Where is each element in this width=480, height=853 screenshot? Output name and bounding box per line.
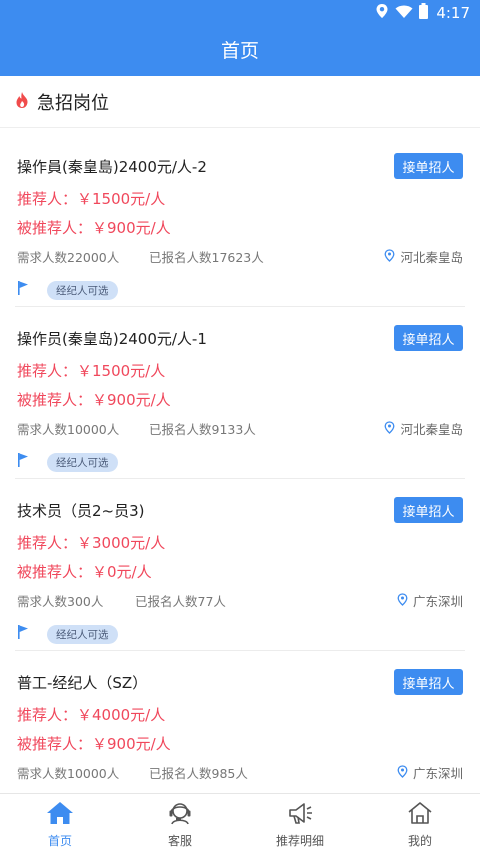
map-pin-icon [384, 420, 395, 437]
signed-count: 已报名人数77人 [135, 594, 226, 609]
signed-count: 已报名人数985人 [149, 766, 248, 781]
flag-icon [17, 280, 29, 300]
need-count: 需求人数22000人 [17, 250, 120, 265]
referrer-fee: 推荐人：￥4000元/人 [17, 706, 166, 724]
job-list: 操作員(秦皇島)2400元/人-2 接单招人 推荐人：￥1500元/人 被推荐人… [0, 128, 480, 793]
tab-label: 首页 [47, 834, 72, 848]
job-card[interactable]: 操作員(秦皇島)2400元/人-2 接单招人 推荐人：￥1500元/人 被推荐人… [0, 128, 480, 307]
section-title: 急招岗位 [37, 92, 109, 114]
signed-count: 已报名人数9133人 [149, 422, 256, 437]
job-location: 河北秦皇岛 [384, 419, 463, 438]
tab-label: 我的 [407, 834, 432, 848]
referee-fee: 被推荐人：￥900元/人 [17, 219, 171, 237]
status-bar: 4:17 [375, 2, 470, 24]
location-text: 广东深圳 [412, 594, 463, 609]
location-icon [375, 3, 389, 23]
job-title: 普工-经纪人（SZ） [17, 674, 148, 692]
tab-label: 客服 [167, 834, 192, 848]
bottom-tab-bar: 首页 客服 推荐明细 我的 [0, 793, 480, 853]
job-location: 河北秦皇岛 [384, 247, 463, 266]
agent-tag: 经纪人可选 [47, 453, 118, 472]
wifi-icon [395, 4, 413, 23]
job-card[interactable]: 技术员（员2~员3) 接单招人 推荐人：￥3000元/人 被推荐人：￥0元/人 … [0, 472, 480, 651]
map-pin-icon [384, 248, 395, 265]
need-count: 需求人数10000人 [17, 766, 120, 781]
referee-fee: 被推荐人：￥0元/人 [17, 563, 152, 581]
need-count: 需求人数300人 [17, 594, 104, 609]
accept-order-button[interactable]: 接单招人 [394, 153, 463, 179]
tab-mine[interactable]: 我的 [360, 794, 480, 853]
megaphone-icon [286, 801, 314, 829]
tab-label: 推荐明细 [275, 834, 324, 848]
accept-order-button[interactable]: 接单招人 [394, 325, 463, 351]
home-icon [46, 801, 74, 829]
map-pin-icon [397, 592, 408, 609]
app-header: 4:17 首页 [0, 0, 480, 76]
referee-fee: 被推荐人：￥900元/人 [17, 735, 171, 753]
location-text: 河北秦皇岛 [400, 422, 463, 437]
job-title: 操作員(秦皇島)2400元/人-2 [17, 158, 207, 176]
location-text: 广东深圳 [412, 766, 463, 781]
map-pin-icon [397, 764, 408, 781]
tab-recommend-detail[interactable]: 推荐明细 [240, 794, 360, 853]
agent-tag: 经纪人可选 [47, 625, 118, 644]
referrer-fee: 推荐人：￥3000元/人 [17, 534, 166, 552]
job-location: 广东深圳 [397, 591, 463, 610]
tab-home[interactable]: 首页 [0, 794, 120, 853]
job-card[interactable]: 操作员(秦皇岛)2400元/人-1 接单招人 推荐人：￥1500元/人 被推荐人… [0, 300, 480, 479]
fire-icon [15, 91, 29, 113]
agent-tag: 经纪人可选 [47, 281, 118, 300]
tab-customer-service[interactable]: 客服 [120, 794, 240, 853]
status-time: 4:17 [436, 4, 470, 22]
battery-icon [419, 3, 429, 23]
flag-icon [17, 452, 29, 472]
customer-service-icon [166, 801, 194, 829]
job-location: 广东深圳 [397, 763, 463, 782]
flag-icon [17, 624, 29, 644]
job-card[interactable]: 普工-经纪人（SZ） 接单招人 推荐人：￥4000元/人 被推荐人：￥900元/… [0, 644, 480, 793]
job-title: 操作员(秦皇岛)2400元/人-1 [17, 330, 207, 348]
referrer-fee: 推荐人：￥1500元/人 [17, 362, 166, 380]
accept-order-button[interactable]: 接单招人 [394, 497, 463, 523]
location-text: 河北秦皇岛 [400, 250, 463, 265]
need-count: 需求人数10000人 [17, 422, 120, 437]
accept-order-button[interactable]: 接单招人 [394, 669, 463, 695]
referee-fee: 被推荐人：￥900元/人 [17, 391, 171, 409]
house-outline-icon [406, 801, 434, 829]
page-title: 首页 [220, 40, 259, 62]
signed-count: 已报名人数17623人 [149, 250, 264, 265]
section-header: 急招岗位 [0, 76, 480, 128]
job-title: 技术员（员2~员3) [17, 502, 145, 520]
referrer-fee: 推荐人：￥1500元/人 [17, 190, 166, 208]
